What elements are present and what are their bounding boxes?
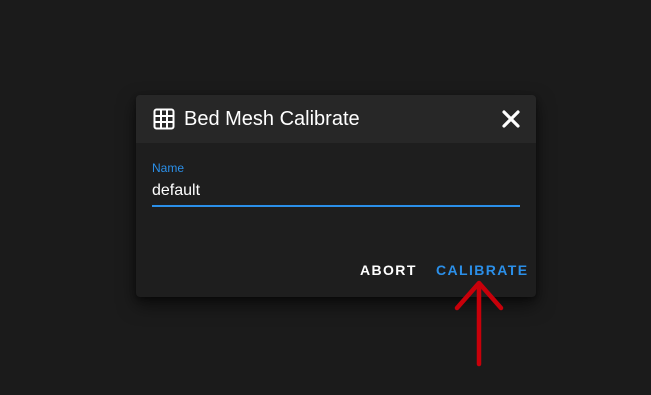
input-underline bbox=[152, 205, 520, 207]
app-background: Bed Mesh Calibrate Name ABORT CALIBRATE bbox=[0, 0, 651, 395]
close-icon[interactable] bbox=[500, 108, 522, 130]
mesh-name-field: Name bbox=[152, 161, 520, 207]
calibrate-button[interactable]: CALIBRATE bbox=[436, 260, 528, 280]
arrow-up-icon bbox=[452, 278, 506, 368]
mesh-name-label: Name bbox=[152, 161, 185, 175]
dialog-title: Bed Mesh Calibrate bbox=[184, 108, 360, 130]
grid-icon bbox=[153, 108, 175, 130]
bed-mesh-calibrate-dialog: Bed Mesh Calibrate Name ABORT CALIBRATE bbox=[136, 95, 536, 297]
mesh-name-input[interactable] bbox=[152, 179, 520, 203]
abort-button[interactable]: ABORT bbox=[360, 260, 417, 280]
dialog-header: Bed Mesh Calibrate bbox=[136, 95, 536, 143]
